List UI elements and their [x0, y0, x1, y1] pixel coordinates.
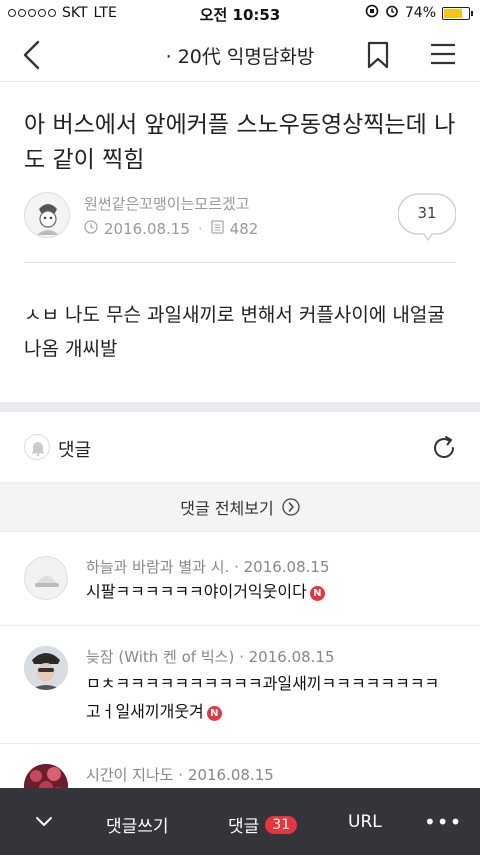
post-views: 482	[229, 220, 259, 238]
commenter-name[interactable]: 하늘과 바람과 별과 시.	[86, 558, 229, 576]
author-name[interactable]: 원썬같은꼬맹이는모르겠고	[84, 193, 250, 214]
comment-item: 늦잠 (With 켄 of 빅스) · 2016.08.15 ㅁㅊㅋㅋㅋㅋㅋㅋㅋ…	[0, 626, 480, 744]
hamburger-menu-icon[interactable]	[430, 42, 456, 66]
chevron-down-icon[interactable]	[34, 812, 54, 832]
battery-percent: 74%	[404, 5, 436, 21]
comment-text: 시팔ㅋㅋㅋㅋㅋㅋ야이거익웃이다 N	[86, 578, 446, 606]
comments-button[interactable]: 댓글 31	[228, 812, 298, 837]
commenter-meta: 하늘과 바람과 별과 시. · 2016.08.15	[86, 558, 330, 576]
commenter-name[interactable]: 늦잠 (With 켄 of 빅스)	[86, 648, 234, 666]
commenter-meta: 시간이 지나도 · 2016.08.15	[86, 766, 274, 784]
author-avatar[interactable]	[24, 192, 70, 238]
comments-header: 댓글	[0, 412, 480, 482]
comment-body: 시팔ㅋㅋㅋㅋㅋㅋ야이거익웃이다	[86, 582, 307, 601]
commenter-avatar[interactable]	[24, 646, 68, 690]
comment-date: 2016.08.15	[248, 648, 335, 666]
commenter-meta: 늦잠 (With 켄 of 빅스) · 2016.08.15	[86, 648, 335, 666]
post-author-row: 원썬같은꼬맹이는모르겠고 2016.08.15 · 482 31	[24, 190, 457, 242]
more-options-button[interactable]: •••	[424, 810, 462, 834]
board-title[interactable]: · 20代 익명담화방	[0, 42, 480, 69]
bottom-toolbar: 댓글쓰기 댓글 31 URL •••	[0, 788, 480, 855]
bell-icon[interactable]	[24, 434, 50, 460]
view-all-label: 댓글 전체보기	[180, 499, 274, 518]
new-badge: N	[309, 586, 325, 601]
alarm-icon	[385, 4, 399, 22]
clock-icon	[84, 220, 98, 238]
meta-separator: ·	[197, 220, 203, 238]
comments-label: 댓글	[58, 440, 92, 461]
comment-date: 2016.08.15	[187, 766, 274, 784]
commenter-name[interactable]: 시간이 지나도	[86, 766, 174, 784]
comments-count-badge: 31	[265, 815, 298, 834]
section-divider	[0, 402, 480, 412]
comment-count: 31	[417, 204, 437, 222]
post-date: 2016.08.15	[104, 220, 190, 238]
write-comment-button[interactable]: 댓글쓰기	[106, 812, 169, 837]
view-all-comments-button[interactable]: 댓글 전체보기	[0, 482, 480, 532]
lock-rotation-icon	[365, 4, 379, 22]
comment-text: ㅁㅊㅋㅋㅋㅋㅋㅋㅋㅋㅋㅋ과일새끼ㅋㅋㅋㅋㅋㅋㅋㅋ고ㅓ일새끼개웃겨 N	[86, 670, 446, 726]
post-title: 아 버스에서 앞에커플 스노우동영상찍는데 나도 같이 찍힘	[24, 112, 456, 173]
comments-button-label: 댓글	[228, 817, 260, 837]
comment-date: 2016.08.15	[243, 558, 330, 576]
comment-count-bubble[interactable]: 31	[397, 192, 457, 242]
status-right: 74%	[365, 4, 473, 22]
battery-icon	[442, 6, 473, 20]
new-badge: N	[206, 706, 222, 721]
views-icon	[211, 220, 224, 238]
top-nav-bar: · 20代 익명담화방	[0, 28, 480, 82]
post-meta: 2016.08.15 · 482	[84, 220, 258, 238]
comment-item: 하늘과 바람과 별과 시. · 2016.08.15 시팔ㅋㅋㅋㅋㅋㅋ야이거익웃…	[0, 532, 480, 626]
bookmark-icon[interactable]	[366, 40, 390, 70]
divider	[24, 262, 456, 263]
comment-body: ㅁㅊㅋㅋㅋㅋㅋㅋㅋㅋㅋㅋ과일새끼ㅋㅋㅋㅋㅋㅋㅋㅋ고ㅓ일새끼개웃겨	[86, 674, 440, 721]
refresh-icon[interactable]	[430, 434, 458, 462]
status-bar: SKT LTE 오전 10:53 74%	[0, 0, 480, 28]
chevron-right-circle-icon	[282, 498, 300, 516]
url-button[interactable]: URL	[348, 812, 382, 832]
post-body: ㅅㅂ 나도 무슨 과일새끼로 변해서 커플사이에 내얼굴 나옴 개씨발	[24, 304, 445, 360]
commenter-avatar[interactable]	[24, 556, 68, 600]
